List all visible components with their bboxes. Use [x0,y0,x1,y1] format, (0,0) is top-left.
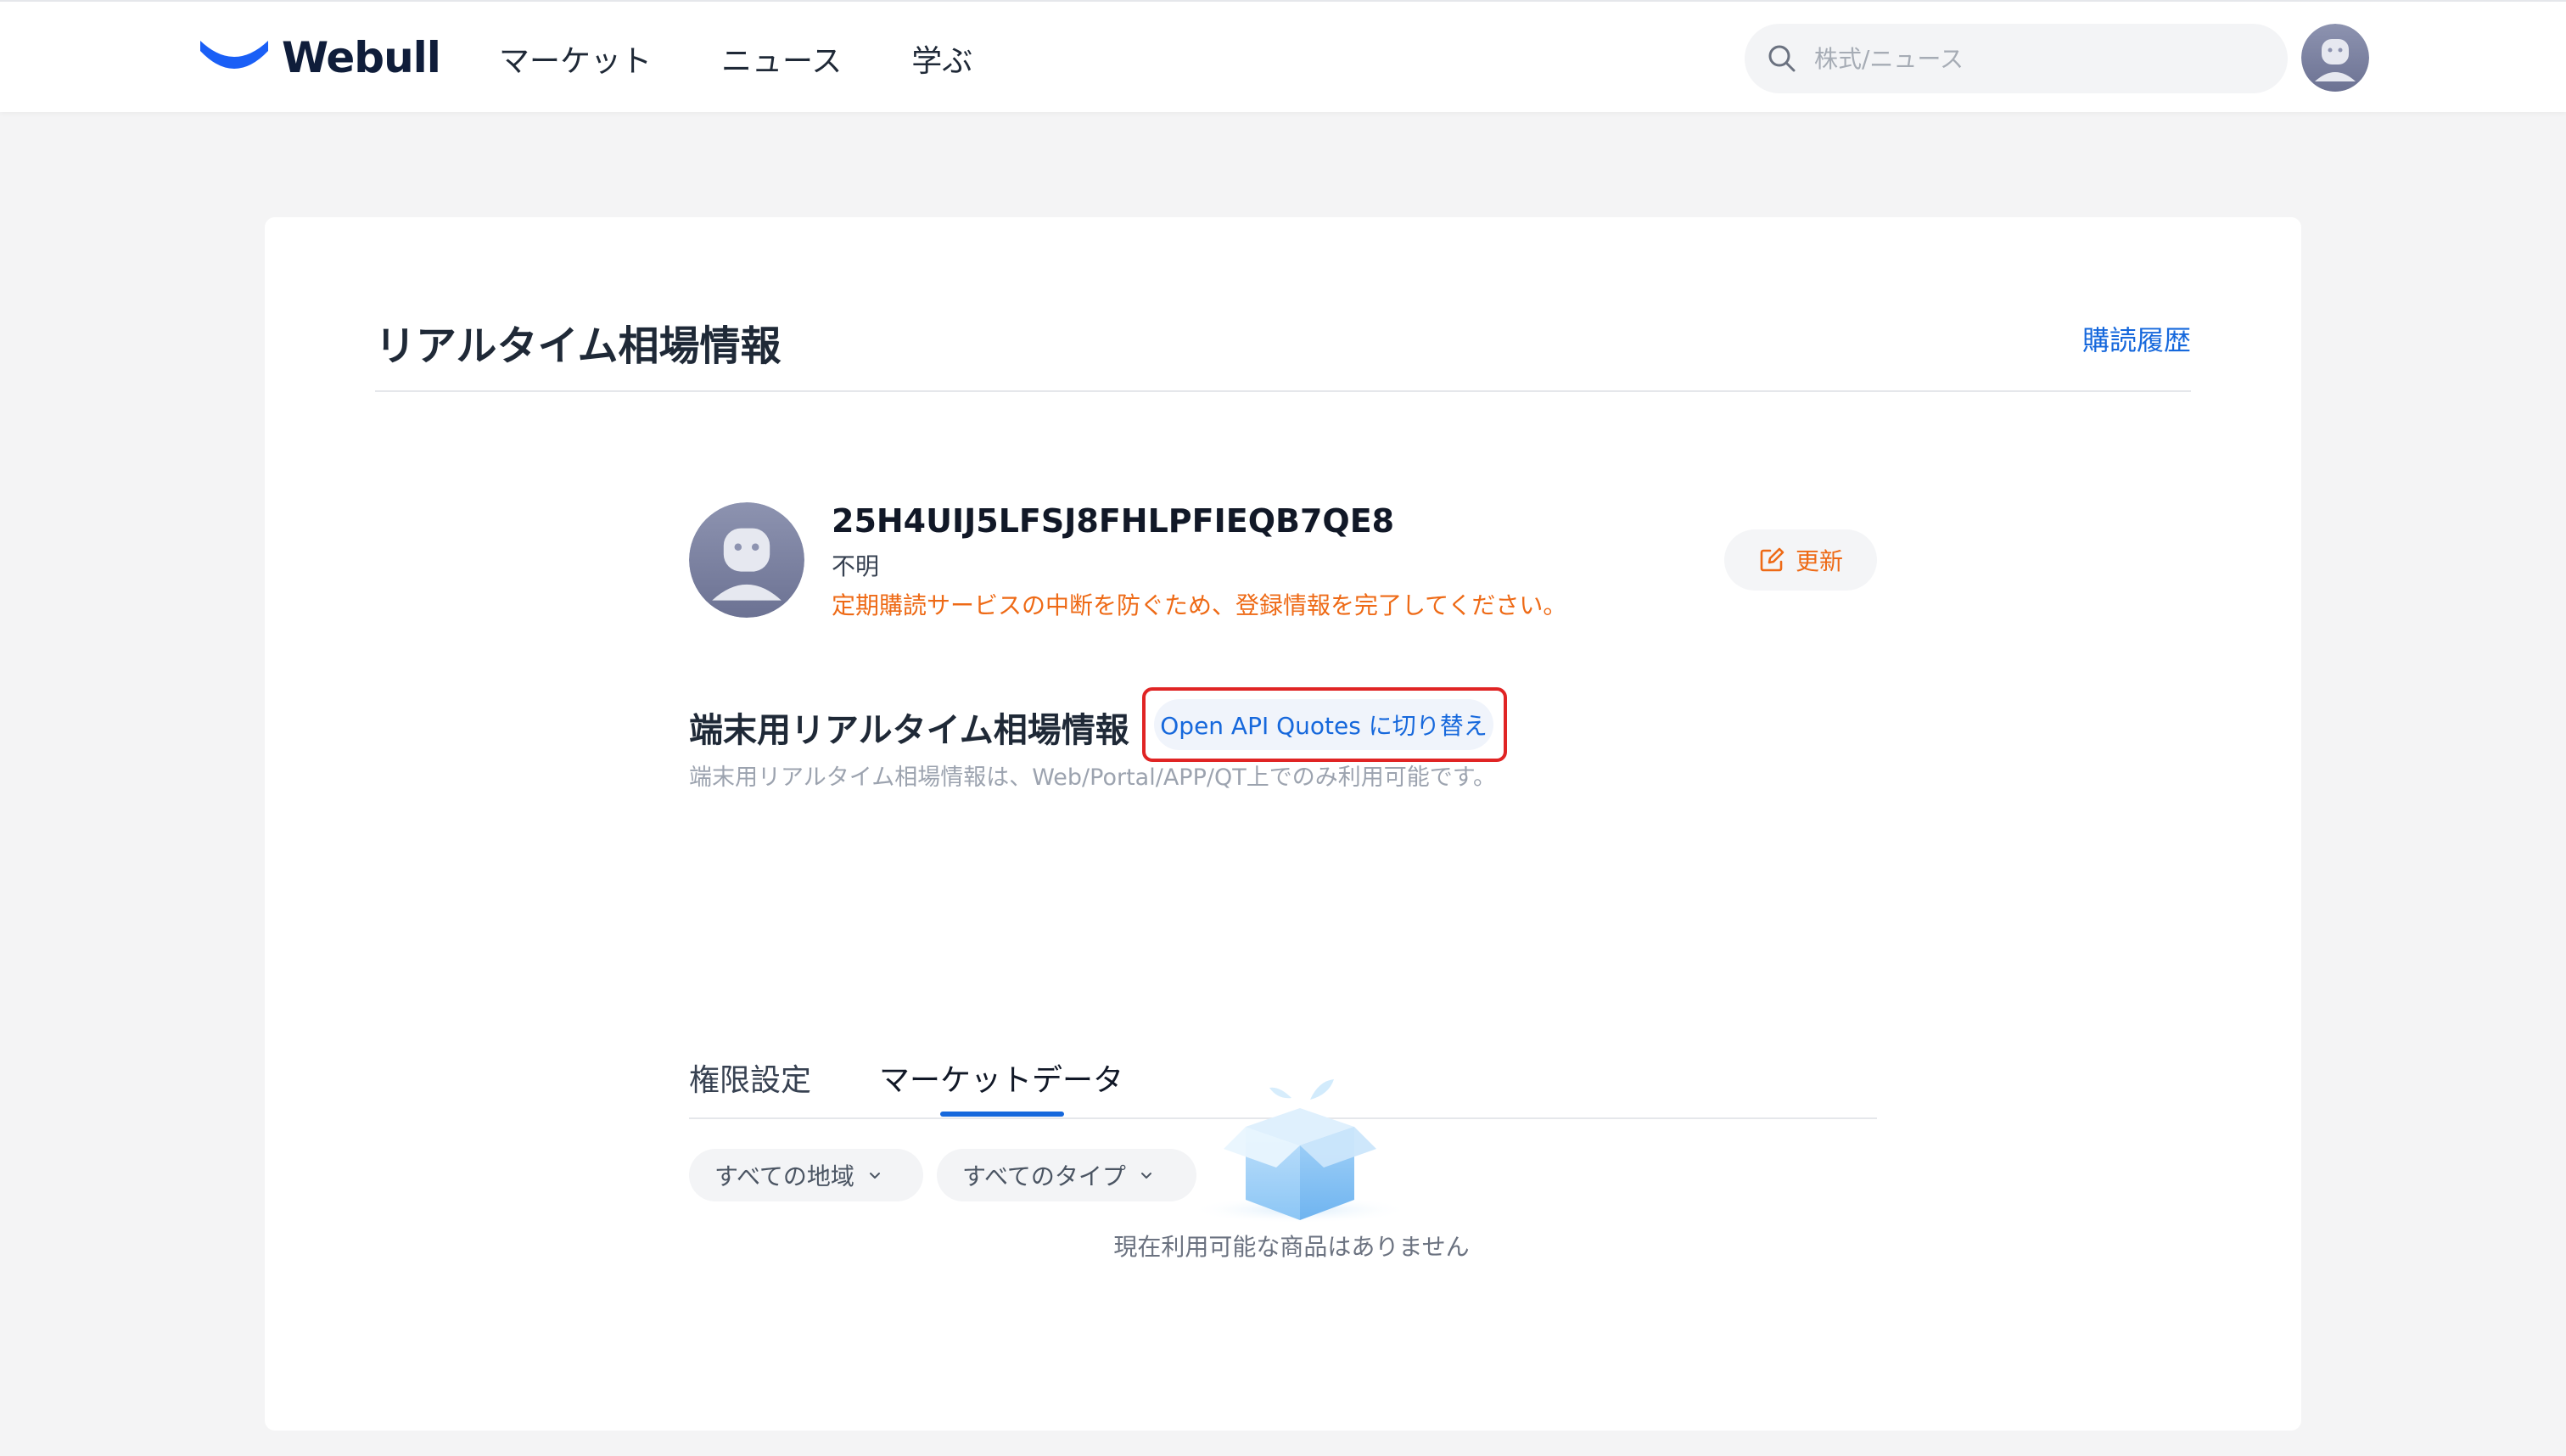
chevron-down-icon [1140,1173,1151,1179]
type-filter-dropdown[interactable]: すべてのタイプ [937,1149,1196,1201]
account-status: 不明 [832,552,880,580]
user-avatar[interactable] [2301,24,2369,92]
empty-box-icon [1190,1079,1410,1224]
region-filter-dropdown[interactable]: すべての地域 [689,1149,923,1201]
account-id: 25H4UIJ5LFSJ8FHLPFIEQB7QE8 [832,502,1395,540]
main-nav: マーケット ニュース 学ぶ [499,36,972,81]
brand-name: Webull [282,33,441,82]
section-title: 端末用リアルタイム相場情報 [689,711,1129,750]
nav-item-learn[interactable]: 学ぶ [911,36,972,81]
subscription-history-link[interactable]: 購読履歴 [2082,319,2191,358]
chevron-down-icon [869,1173,880,1179]
nav-item-market[interactable]: マーケット [499,36,652,81]
webull-logo[interactable]: Webull [197,32,441,83]
default-avatar-icon [2301,24,2369,92]
tab-permissions[interactable]: 権限設定 [689,1056,811,1100]
page-title: リアルタイム相場情報 [375,322,782,370]
update-button-label: 更新 [1795,547,1843,575]
search-bar[interactable] [1745,24,2288,93]
default-avatar-icon [689,502,804,618]
update-button[interactable]: 更新 [1724,529,1877,591]
active-tab-indicator [940,1112,1064,1117]
profile-avatar [689,502,804,618]
empty-state-message: 現在利用可能な商品はありません [1113,1233,1470,1261]
search-icon [1768,45,1796,72]
empty-box-illustration [1173,1067,1427,1237]
registration-warning: 定期購読サービスの中断を防ぐため、登録情報を完了してください。 [832,591,1567,619]
webull-logo-icon [200,41,268,69]
title-divider [375,390,2191,392]
subscription-card: リアルタイム相場情報 購読履歴 25H4UIJ5LFSJ8FHLPFIEQB7Q… [265,217,2301,1431]
tab-market-data[interactable]: マーケットデータ [879,1056,1123,1100]
region-filter-label: すべての地域 [714,1162,854,1190]
search-input[interactable] [1814,44,2255,73]
type-filter-label: すべてのタイプ [962,1162,1126,1190]
nav-item-news[interactable]: ニュース [721,36,842,81]
edit-icon [1760,547,1784,572]
switch-to-open-api-button[interactable]: Open API Quotes に切り替え [1154,699,1493,750]
section-description: 端末用リアルタイム相場情報は、Web/Portal/APP/QT上でのみ利用可能… [689,764,1496,791]
top-navigation-bar: Webull マーケット ニュース 学ぶ [0,0,2566,112]
